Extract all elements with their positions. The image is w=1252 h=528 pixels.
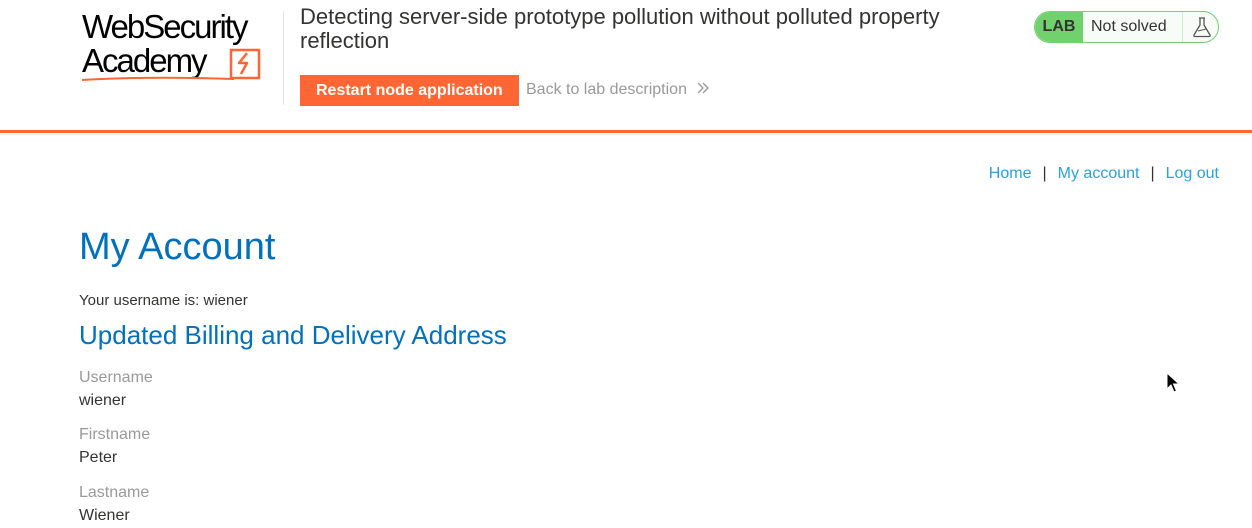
back-to-lab-description-link[interactable]: Back to lab description [526, 81, 710, 99]
flask-icon [1182, 12, 1218, 42]
back-link-label: Back to lab description [526, 81, 687, 99]
lab-badge: LAB [1035, 12, 1083, 42]
academy-logo[interactable]: WebSecurity Academy [80, 10, 280, 82]
lab-status-widget: LAB Not solved [1034, 11, 1219, 43]
field-value: Wiener [79, 507, 130, 524]
username-field: Username wiener [79, 369, 379, 410]
firstname-field: Firstname Peter [79, 426, 379, 467]
field-value: Peter [79, 449, 118, 466]
double-chevron-right-icon [697, 81, 710, 99]
lab-status-text: Not solved [1091, 18, 1167, 35]
nav-log-out-link[interactable]: Log out [1166, 165, 1219, 182]
field-label: Username [79, 369, 153, 386]
logo-text-line2: Academy [82, 42, 208, 79]
nav-separator: | [1042, 165, 1047, 182]
top-navigation: Home | My account | Log out [989, 164, 1219, 184]
field-label: Firstname [79, 426, 151, 443]
lastname-field: Lastname Wiener [79, 484, 379, 525]
nav-home-link[interactable]: Home [989, 165, 1032, 182]
section-title: Updated Billing and Delivery Address [79, 320, 507, 350]
lab-title: Detecting server-side prototype pollutio… [300, 4, 940, 53]
logo-lightning-icon [229, 48, 261, 80]
lab-header: WebSecurity Academy Detecting server-sid… [0, 0, 1252, 133]
nav-my-account-link[interactable]: My account [1058, 165, 1140, 182]
field-label: Lastname [79, 484, 150, 501]
field-value: wiener [79, 392, 127, 409]
header-divider [283, 11, 284, 105]
logo-underline [81, 76, 235, 81]
logo-text-line1: WebSecurity [82, 8, 248, 45]
username-statement: Your username is: wiener [79, 292, 248, 309]
mouse-pointer-icon [1166, 372, 1180, 393]
page-title: My Account [79, 226, 276, 268]
restart-node-application-button[interactable]: Restart node application [300, 75, 519, 106]
nav-separator: | [1150, 165, 1155, 182]
